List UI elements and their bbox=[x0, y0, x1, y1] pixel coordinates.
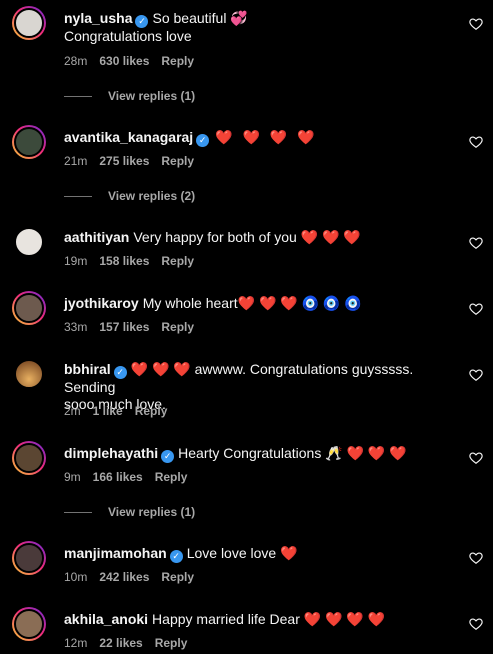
timestamp: 33m bbox=[64, 320, 88, 334]
heart-outline-icon[interactable] bbox=[469, 617, 483, 631]
view-replies-button[interactable]: View replies (1) bbox=[64, 89, 195, 103]
timestamp: 12m bbox=[64, 636, 88, 650]
avatar[interactable] bbox=[12, 607, 46, 641]
heart-outline-icon[interactable] bbox=[469, 17, 483, 31]
username[interactable]: nyla_usha bbox=[64, 10, 132, 26]
avatar[interactable] bbox=[12, 291, 46, 325]
heart-outline-icon[interactable] bbox=[469, 302, 483, 316]
username[interactable]: jyothikaroy bbox=[64, 295, 139, 311]
comment-text: So beautiful 💞 bbox=[152, 10, 248, 26]
avatar[interactable] bbox=[12, 6, 46, 40]
divider-line bbox=[64, 512, 92, 514]
username[interactable]: manjimamohan bbox=[64, 545, 167, 561]
timestamp: 21m bbox=[64, 154, 88, 168]
avatar[interactable] bbox=[12, 541, 46, 575]
verified-badge-icon: ✓ bbox=[135, 15, 149, 28]
view-replies-button[interactable]: View replies (2) bbox=[64, 189, 195, 203]
comment-text: Very happy for both of you ❤️ ❤️ ❤️ bbox=[133, 229, 361, 245]
reply-button[interactable]: Reply bbox=[135, 404, 168, 418]
reply-button[interactable]: Reply bbox=[161, 54, 194, 68]
comment-text: ❤️ ❤️ ❤️ ❤️ bbox=[215, 129, 318, 145]
reply-button[interactable]: Reply bbox=[155, 470, 188, 484]
comment-text: Hearty Congratulations 🥂 ❤️ ❤️ ❤️ bbox=[178, 445, 407, 461]
avatar[interactable] bbox=[12, 357, 46, 391]
avatar[interactable] bbox=[12, 125, 46, 159]
comment-text: Love love love ❤️ bbox=[186, 545, 298, 561]
heart-outline-icon[interactable] bbox=[469, 551, 483, 565]
likes-count[interactable]: 158 likes bbox=[99, 254, 149, 268]
reply-button[interactable]: Reply bbox=[161, 320, 194, 334]
comment-text: My whole heart❤️ ❤️ ❤️ 🧿 🧿 🧿 bbox=[142, 295, 362, 311]
timestamp: 2m bbox=[64, 404, 81, 418]
comment-text-line2: Congratulations love bbox=[64, 28, 192, 44]
likes-count[interactable]: 275 likes bbox=[99, 154, 149, 168]
verified-badge-icon: ✓ bbox=[169, 550, 183, 563]
timestamp: 9m bbox=[64, 470, 81, 484]
comment-text: Happy married life Dear ❤️ ❤️ ❤️ ❤️ bbox=[152, 611, 386, 627]
divider-line bbox=[64, 196, 92, 198]
heart-outline-icon[interactable] bbox=[469, 135, 483, 149]
verified-badge-icon: ✓ bbox=[161, 450, 175, 463]
username[interactable]: akhila_anoki bbox=[64, 611, 148, 627]
username[interactable]: dimplehayathi bbox=[64, 445, 158, 461]
divider-line bbox=[64, 96, 92, 98]
reply-button[interactable]: Reply bbox=[155, 636, 188, 650]
likes-count[interactable]: 22 likes bbox=[99, 636, 142, 650]
view-replies-button[interactable]: View replies (1) bbox=[64, 505, 195, 519]
reply-button[interactable]: Reply bbox=[161, 254, 194, 268]
avatar[interactable] bbox=[12, 225, 46, 259]
verified-badge-icon: ✓ bbox=[196, 134, 210, 147]
timestamp: 28m bbox=[64, 54, 88, 68]
avatar[interactable] bbox=[12, 441, 46, 475]
likes-count[interactable]: 630 likes bbox=[99, 54, 149, 68]
likes-count[interactable]: 166 likes bbox=[93, 470, 143, 484]
reply-button[interactable]: Reply bbox=[161, 570, 194, 584]
heart-outline-icon[interactable] bbox=[469, 368, 483, 382]
likes-count[interactable]: 242 likes bbox=[99, 570, 149, 584]
likes-count[interactable]: 157 likes bbox=[99, 320, 149, 334]
username[interactable]: bbhiral bbox=[64, 361, 111, 377]
heart-outline-icon[interactable] bbox=[469, 451, 483, 465]
heart-outline-icon[interactable] bbox=[469, 236, 483, 250]
username[interactable]: aathitiyan bbox=[64, 229, 129, 245]
verified-badge-icon: ✓ bbox=[113, 366, 127, 379]
reply-button[interactable]: Reply bbox=[161, 154, 194, 168]
likes-count[interactable]: 1 like bbox=[93, 404, 123, 418]
username[interactable]: avantika_kanagaraj bbox=[64, 129, 193, 145]
timestamp: 19m bbox=[64, 254, 88, 268]
timestamp: 10m bbox=[64, 570, 88, 584]
